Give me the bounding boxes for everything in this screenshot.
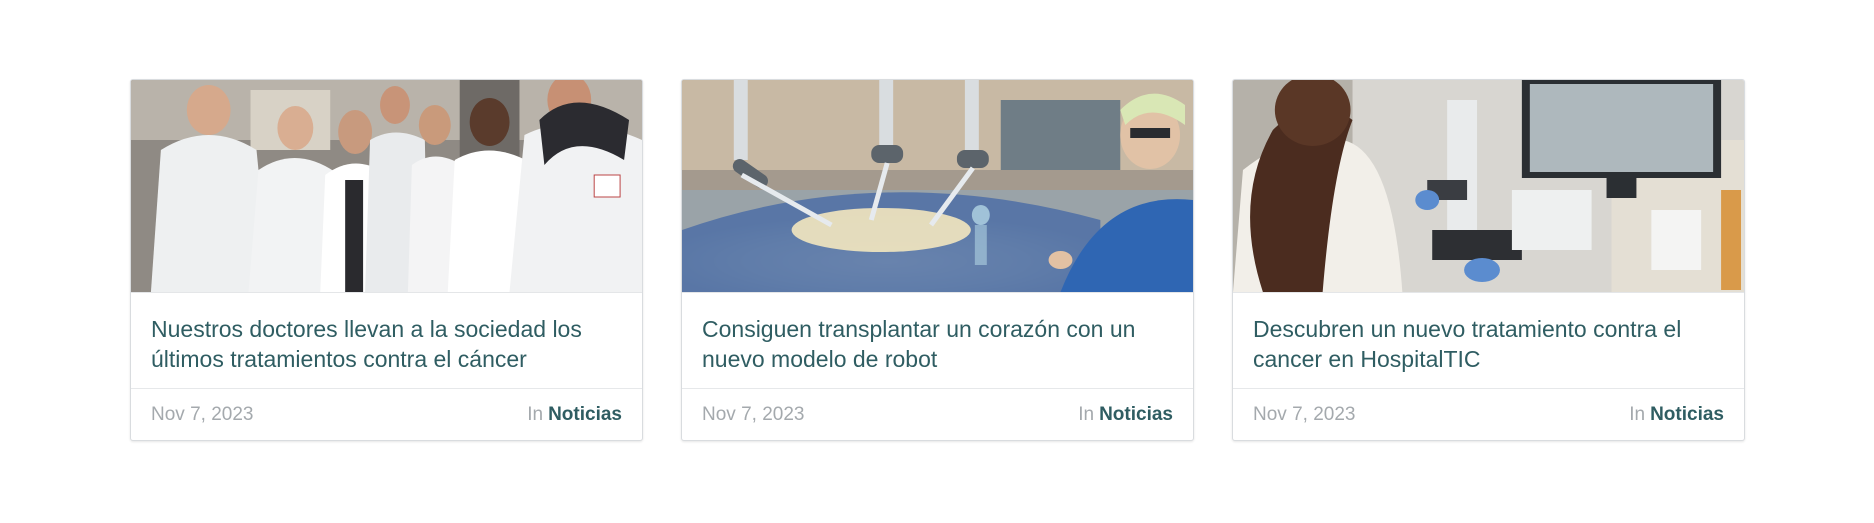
news-card-1[interactable]: Nuestros doctores llevan a la sociedad l… (130, 79, 643, 441)
news-card-category-wrap: In Noticias (527, 404, 622, 426)
robot-surgery-photo (682, 80, 1193, 292)
news-card-date: Nov 7, 2023 (1253, 403, 1356, 425)
news-card-meta: Nov 7, 2023 In Noticias (131, 389, 642, 440)
news-card-title-link[interactable]: Descubren un nuevo tratamiento contra el… (1253, 316, 1681, 372)
category-link[interactable]: Noticias (1650, 404, 1724, 425)
news-card-title-link[interactable]: Nuestros doctores llevan a la sociedad l… (151, 316, 582, 372)
news-card-3[interactable]: Descubren un nuevo tratamiento contra el… (1232, 79, 1745, 441)
lab-microscope-photo (1233, 80, 1744, 292)
news-card-date: Nov 7, 2023 (151, 403, 254, 425)
news-card-2[interactable]: Consiguen transplantar un corazón con un… (681, 79, 1194, 441)
news-card-image[interactable] (682, 80, 1193, 293)
news-card-title[interactable]: Descubren un nuevo tratamiento contra el… (1233, 293, 1744, 389)
news-card-grid: Nuestros doctores llevan a la sociedad l… (130, 79, 1745, 441)
news-card-meta: Nov 7, 2023 In Noticias (1233, 389, 1744, 440)
doctors-group-photo (131, 80, 642, 292)
category-prefix: In (527, 403, 544, 425)
category-prefix: In (1629, 403, 1646, 425)
news-card-title[interactable]: Consiguen transplantar un corazón con un… (682, 293, 1193, 389)
category-link[interactable]: Noticias (548, 404, 622, 425)
news-card-meta: Nov 7, 2023 In Noticias (682, 389, 1193, 440)
news-card-image[interactable] (131, 80, 642, 293)
category-link[interactable]: Noticias (1099, 404, 1173, 425)
news-card-date: Nov 7, 2023 (702, 403, 805, 425)
news-card-image[interactable] (1233, 80, 1744, 293)
news-card-category-wrap: In Noticias (1629, 404, 1724, 426)
news-card-category-wrap: In Noticias (1078, 404, 1173, 426)
category-prefix: In (1078, 403, 1095, 425)
news-card-title-link[interactable]: Consiguen transplantar un corazón con un… (702, 316, 1135, 372)
news-card-title[interactable]: Nuestros doctores llevan a la sociedad l… (131, 293, 642, 389)
